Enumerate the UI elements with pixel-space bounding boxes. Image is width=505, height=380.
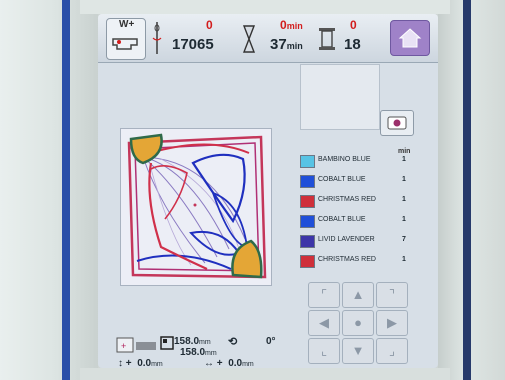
colors-remaining: 0 bbox=[350, 18, 357, 32]
design-width: 158.0mm bbox=[174, 336, 211, 347]
offset-y: ↕ + 0.0mm bbox=[118, 358, 163, 368]
rotate-icon: ⟲ bbox=[228, 336, 238, 348]
camera-button[interactable] bbox=[380, 110, 414, 136]
machine-bezel-right bbox=[438, 0, 505, 380]
thread-name: CHRISTMAS RED bbox=[318, 256, 376, 263]
thread-row[interactable]: COBALT BLUE 1 bbox=[298, 214, 410, 228]
move-left-button[interactable]: ◀ bbox=[308, 310, 340, 336]
stitches-remaining: 0 bbox=[206, 18, 213, 32]
needle-icon bbox=[152, 22, 162, 54]
frame-select-icon: + bbox=[116, 337, 156, 353]
embroidery-canvas[interactable] bbox=[120, 128, 272, 286]
design-height: 158.0mm bbox=[180, 347, 217, 358]
home-button[interactable] bbox=[390, 20, 430, 56]
thread-swatch bbox=[300, 195, 315, 208]
rotation-angle: 0° bbox=[266, 336, 276, 347]
move-down-button[interactable]: ▼ bbox=[342, 338, 374, 364]
time-total: 37min bbox=[270, 36, 303, 53]
stitch-count: 17065 bbox=[172, 36, 214, 53]
move-up-right-button[interactable]: ⌝ bbox=[376, 282, 408, 308]
move-pad: ⌜ ▲ ⌝ ◀ ● ▶ ⌞ ▼ ⌟ bbox=[306, 280, 408, 366]
thread-row[interactable]: CHRISTMAS RED 1 bbox=[298, 254, 410, 268]
thread-row[interactable]: LIVID LAVENDER 7 bbox=[298, 234, 410, 248]
move-up-left-button[interactable]: ⌜ bbox=[308, 282, 340, 308]
thread-time: 1 bbox=[402, 256, 406, 263]
thread-preview-area bbox=[300, 64, 380, 130]
thread-name: LIVID LAVENDER bbox=[318, 236, 375, 243]
thread-name: BAMBINO BLUE bbox=[318, 156, 371, 163]
machine-bezel-bottom bbox=[80, 368, 450, 380]
thread-time: 1 bbox=[402, 196, 406, 203]
spool-icon bbox=[319, 28, 335, 50]
thread-time: 1 bbox=[402, 156, 406, 163]
move-down-right-button[interactable]: ⌟ bbox=[376, 338, 408, 364]
pattern-label: W+ bbox=[119, 19, 135, 30]
svg-text:+: + bbox=[121, 341, 126, 351]
camera-icon bbox=[387, 116, 407, 130]
thread-swatch bbox=[300, 215, 315, 228]
move-center-button[interactable]: ● bbox=[342, 310, 374, 336]
color-total: 18 bbox=[344, 36, 361, 53]
thread-swatch bbox=[300, 235, 315, 248]
thread-row[interactable]: BAMBINO BLUE 1 bbox=[298, 154, 410, 168]
pattern-info-button[interactable]: W+ bbox=[106, 18, 146, 60]
time-remaining: 0min bbox=[280, 18, 303, 32]
embroidery-design bbox=[127, 133, 267, 279]
machine-bezel-left bbox=[0, 0, 98, 380]
move-up-button[interactable]: ▲ bbox=[342, 282, 374, 308]
thread-swatch bbox=[300, 155, 315, 168]
lcd-screen: W+ 0 17065 0min 37min 0 18 min BAMBINO B… bbox=[98, 14, 438, 368]
move-down-left-button[interactable]: ⌞ bbox=[308, 338, 340, 364]
thread-name: COBALT BLUE bbox=[318, 176, 366, 183]
machine-frame-edge bbox=[62, 0, 70, 380]
size-icon bbox=[160, 336, 174, 350]
thread-time: 7 bbox=[402, 236, 406, 243]
thread-name: COBALT BLUE bbox=[318, 216, 366, 223]
thread-row[interactable]: CHRISTMAS RED 1 bbox=[298, 194, 410, 208]
thread-name: CHRISTMAS RED bbox=[318, 196, 376, 203]
thread-time: 1 bbox=[402, 176, 406, 183]
design-info-panel: + 158.0mm ⟲ 0° 158.0mm ↕ + 0.0mm ↔ + 0.0… bbox=[116, 336, 306, 368]
thread-swatch bbox=[300, 255, 315, 268]
machine-frame-edge-right bbox=[463, 0, 471, 380]
status-bar: W+ 0 17065 0min 37min 0 18 bbox=[98, 14, 438, 63]
machine-bezel-top bbox=[80, 0, 450, 14]
home-icon bbox=[398, 28, 422, 48]
thread-time: 1 bbox=[402, 216, 406, 223]
thread-row[interactable]: COBALT BLUE 1 bbox=[298, 174, 410, 188]
move-right-button[interactable]: ▶ bbox=[376, 310, 408, 336]
thread-swatch bbox=[300, 175, 315, 188]
hourglass-icon bbox=[242, 25, 256, 53]
offset-x: ↔ + 0.0mm bbox=[204, 358, 254, 368]
